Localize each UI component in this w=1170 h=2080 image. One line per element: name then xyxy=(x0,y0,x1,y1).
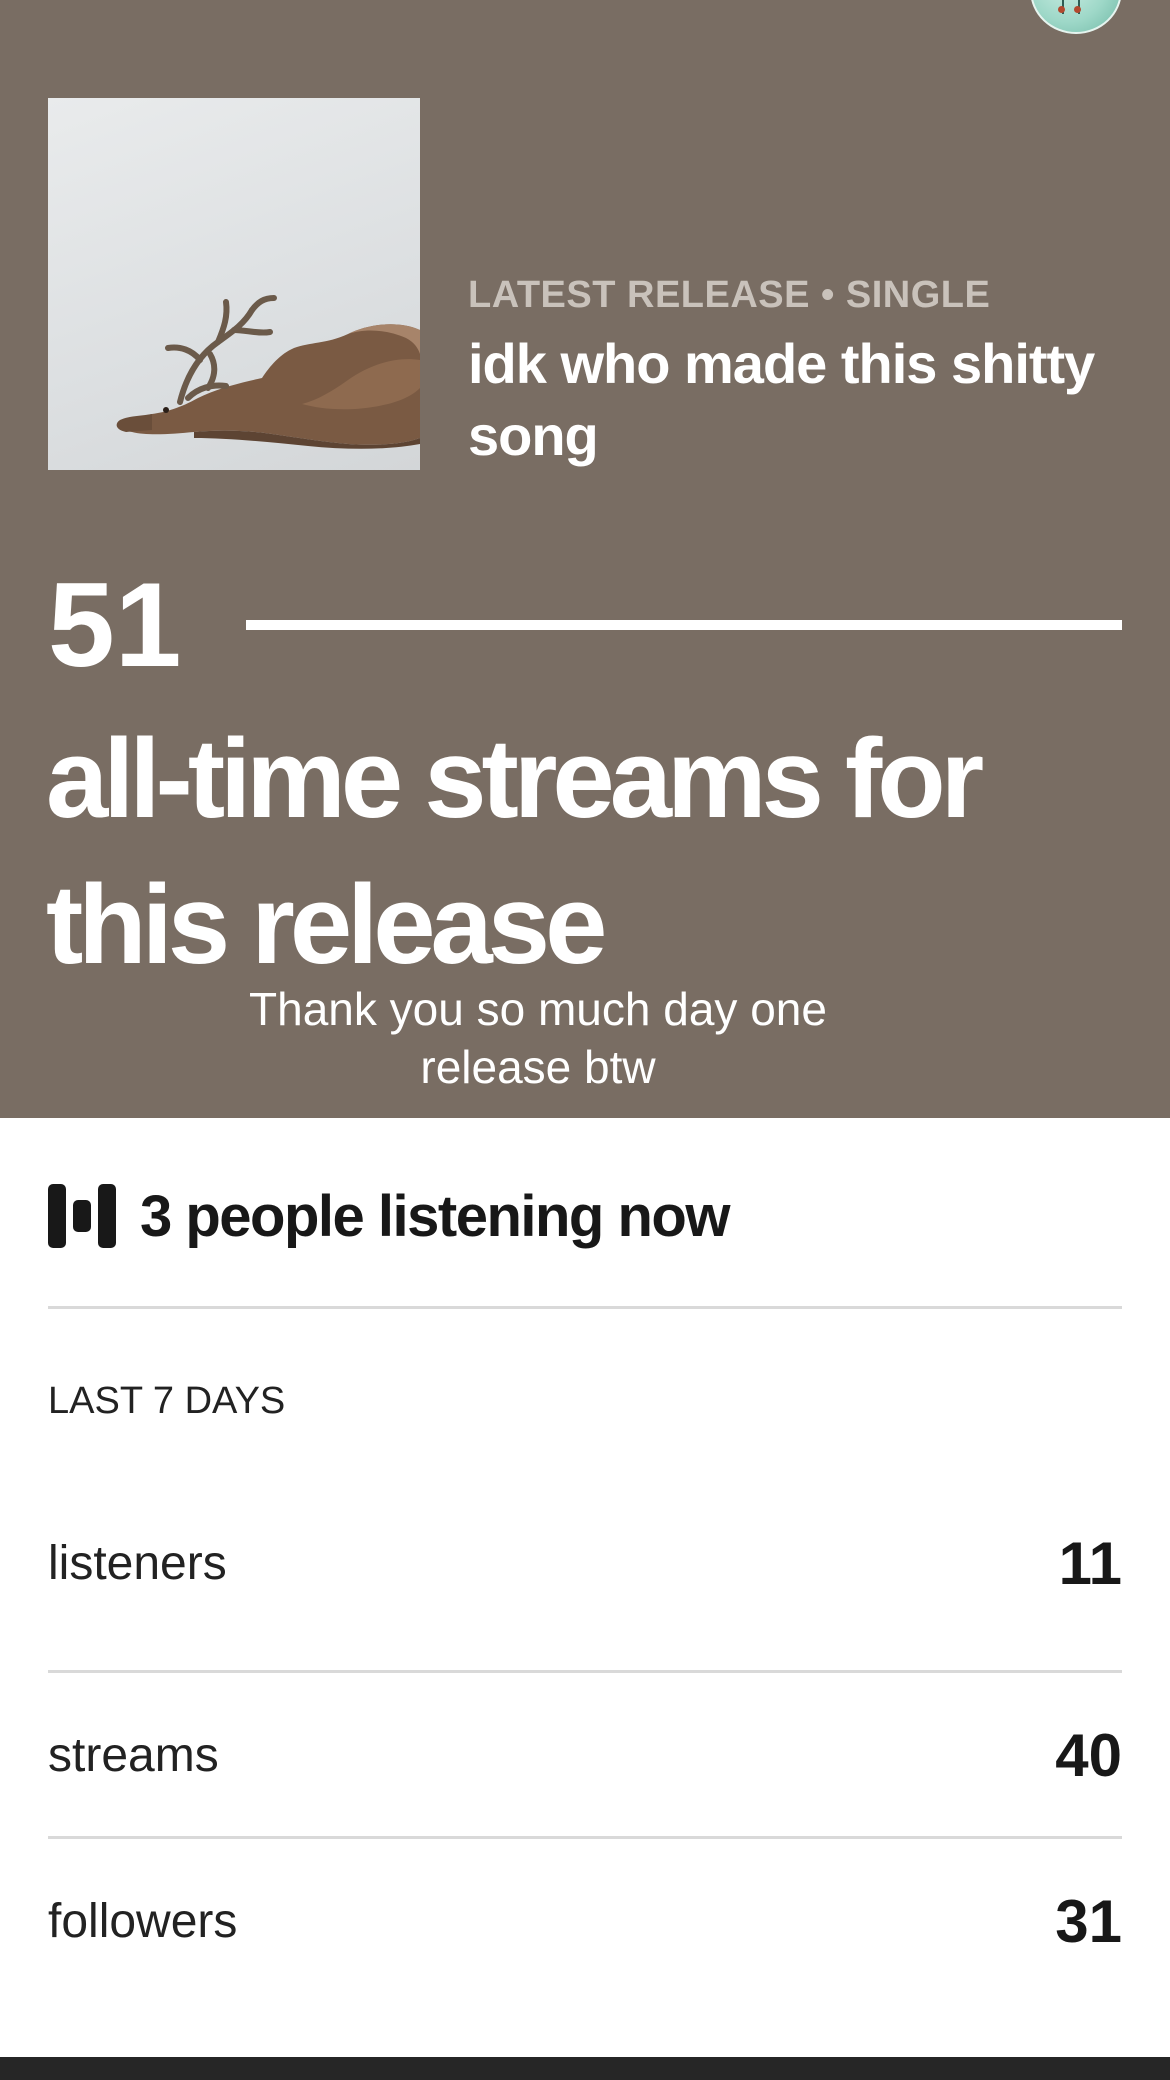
all-time-streams-caption: all-time streams for this release xyxy=(46,716,984,987)
stat-row-followers: followers 31 xyxy=(48,1876,1122,1966)
album-cover-deer-image xyxy=(116,295,420,449)
stat-row-listeners: listeners 11 xyxy=(48,1518,1122,1608)
section-divider xyxy=(48,1306,1122,1309)
profile-avatar[interactable] xyxy=(1030,0,1122,34)
stat-value: 40 xyxy=(1055,1721,1122,1789)
bottom-bar xyxy=(0,2057,1170,2080)
stat-label: followers xyxy=(48,1894,238,1948)
avatar-detail xyxy=(1058,6,1065,13)
stat-label: listeners xyxy=(48,1536,227,1590)
stat-label: streams xyxy=(48,1728,219,1782)
release-title[interactable]: idk who made this shitty song xyxy=(468,328,1128,472)
release-kicker: LATEST RELEASE • SINGLE xyxy=(468,274,991,316)
artist-note: Thank you so much day one release btw xyxy=(249,983,827,1093)
live-listeners: 3 people listening now xyxy=(48,1168,730,1264)
last-7-days-label: LAST 7 DAYS xyxy=(48,1380,286,1422)
release-hero: LATEST RELEASE • SINGLE idk who made thi… xyxy=(0,0,1170,1118)
row-divider xyxy=(48,1836,1122,1839)
row-divider xyxy=(48,1670,1122,1673)
stat-value: 31 xyxy=(1055,1887,1122,1955)
stat-row-streams: streams 40 xyxy=(48,1710,1122,1800)
divider-rule xyxy=(246,620,1122,630)
equalizer-icon xyxy=(48,1184,116,1248)
live-listeners-text: 3 people listening now xyxy=(140,1183,730,1249)
all-time-streams-count: 51 xyxy=(48,558,182,692)
album-cover[interactable] xyxy=(48,98,420,470)
avatar-detail xyxy=(1074,6,1081,13)
stat-value: 11 xyxy=(1058,1529,1122,1597)
